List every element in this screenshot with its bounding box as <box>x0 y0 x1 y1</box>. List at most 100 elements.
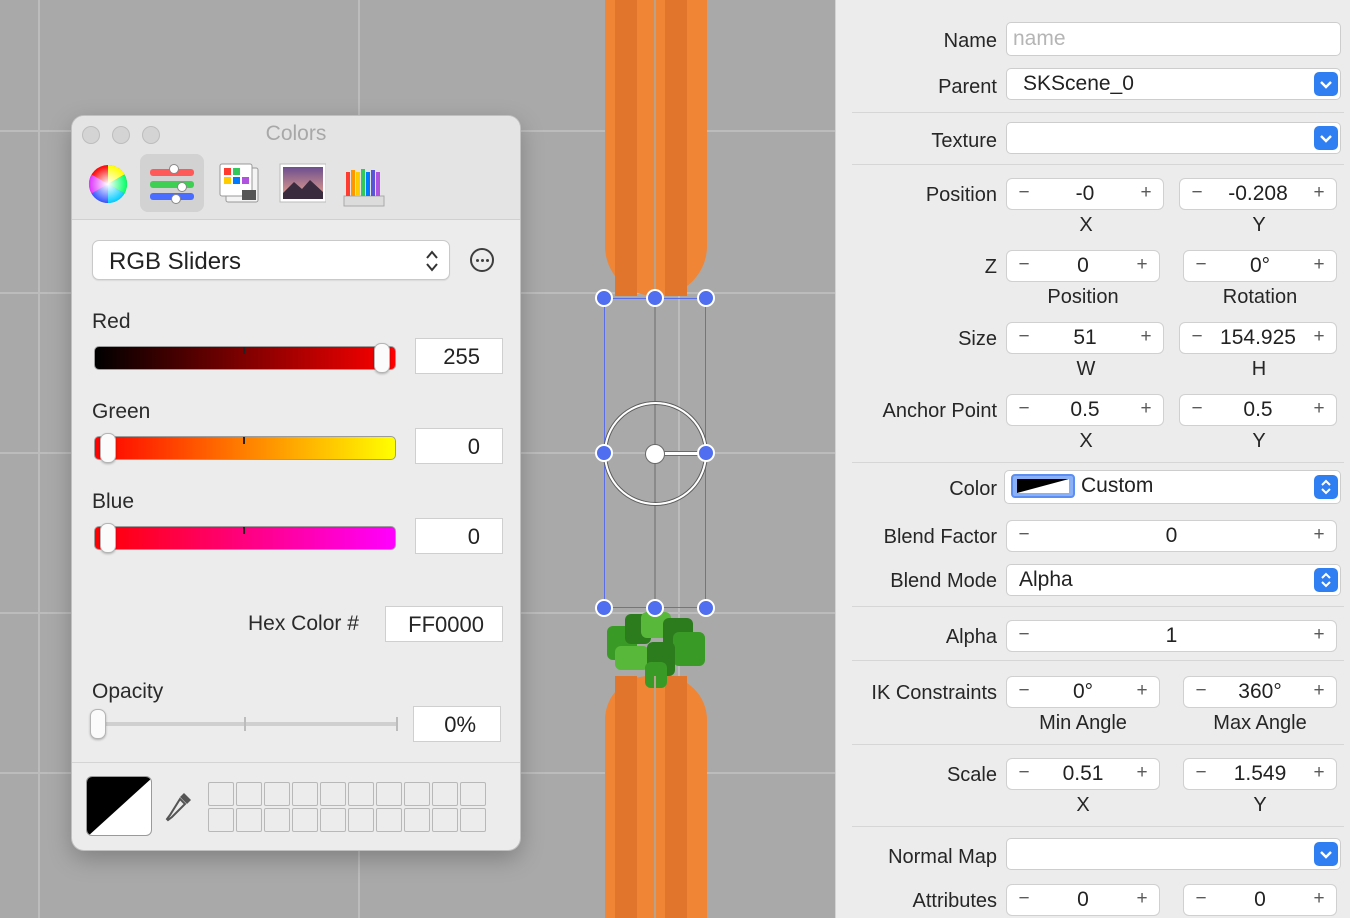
minus-icon[interactable]: − <box>1013 326 1035 348</box>
plus-icon[interactable]: + <box>1308 524 1330 546</box>
opacity-slider-knob[interactable] <box>90 709 106 739</box>
plus-icon[interactable]: + <box>1308 398 1330 420</box>
minus-icon[interactable]: − <box>1013 624 1035 646</box>
alpha-value[interactable]: 1 <box>1037 624 1306 648</box>
color-swatch-slot[interactable] <box>404 782 430 806</box>
hex-color-field[interactable]: FF0000 <box>385 606 503 642</box>
anchor-y-stepper[interactable]: − 0.5 + <box>1179 394 1337 426</box>
carrot-leaves-sprite[interactable] <box>607 612 705 688</box>
minus-icon[interactable]: − <box>1186 398 1208 420</box>
resize-handle-top[interactable] <box>646 289 664 307</box>
green-slider-knob[interactable] <box>100 433 116 463</box>
normal-map-select[interactable] <box>1006 838 1341 870</box>
color-swatch-slot[interactable] <box>460 782 486 806</box>
plus-icon[interactable]: + <box>1308 254 1330 276</box>
z-position-stepper[interactable]: − 0 + <box>1006 250 1160 282</box>
carrot-sprite-bottom[interactable] <box>605 676 707 918</box>
minus-icon[interactable]: − <box>1013 888 1035 910</box>
color-swatch-slot[interactable] <box>264 808 290 832</box>
ik-max-angle-value[interactable]: 360° <box>1214 680 1306 704</box>
eyedropper-icon[interactable] <box>164 790 194 824</box>
color-palettes-mode-button[interactable] <box>208 154 272 212</box>
minus-icon[interactable]: − <box>1190 762 1212 784</box>
size-h-value[interactable]: 154.925 <box>1210 326 1306 350</box>
color-swatch-slot[interactable] <box>236 782 262 806</box>
anchor-handle[interactable] <box>645 444 665 464</box>
scale-x-stepper[interactable]: − 0.51 + <box>1006 758 1160 790</box>
color-swatch-slot[interactable] <box>320 808 346 832</box>
rotation-handle[interactable] <box>697 444 715 462</box>
red-value-field[interactable]: 255 <box>415 338 503 374</box>
green-value-field[interactable]: 0 <box>415 428 503 464</box>
plus-icon[interactable]: + <box>1308 182 1330 204</box>
color-swatch-slot[interactable] <box>432 782 458 806</box>
color-swatch-slot[interactable] <box>320 782 346 806</box>
size-w-value[interactable]: 51 <box>1037 326 1133 350</box>
plus-icon[interactable]: + <box>1308 326 1330 348</box>
red-slider-knob[interactable] <box>374 343 390 373</box>
attribute-b-value[interactable]: 0 <box>1214 888 1306 912</box>
color-swatch-slot[interactable] <box>404 808 430 832</box>
plus-icon[interactable]: + <box>1308 888 1330 910</box>
color-swatch-slot[interactable] <box>348 808 374 832</box>
minus-icon[interactable]: − <box>1013 398 1035 420</box>
blend-mode-select[interactable]: Alpha <box>1006 564 1341 596</box>
color-select[interactable]: Custom <box>1004 470 1341 504</box>
scale-x-value[interactable]: 0.51 <box>1037 762 1129 786</box>
ik-min-angle-stepper[interactable]: − 0° + <box>1006 676 1160 708</box>
resize-handle-left[interactable] <box>595 444 613 462</box>
color-swatch-slot[interactable] <box>292 808 318 832</box>
plus-icon[interactable]: + <box>1135 182 1157 204</box>
resize-handle-top-left[interactable] <box>595 289 613 307</box>
minus-icon[interactable]: − <box>1186 182 1208 204</box>
colors-titlebar[interactable]: Colors <box>72 116 520 220</box>
color-swatch-slot[interactable] <box>432 808 458 832</box>
opacity-slider[interactable] <box>94 717 398 731</box>
scale-y-value[interactable]: 1.549 <box>1214 762 1306 786</box>
minus-icon[interactable]: − <box>1186 326 1208 348</box>
color-swatch-slot[interactable] <box>376 782 402 806</box>
ik-min-angle-value[interactable]: 0° <box>1037 680 1129 704</box>
anchor-y-value[interactable]: 0.5 <box>1210 398 1306 422</box>
blue-value-field[interactable]: 0 <box>415 518 503 554</box>
minus-icon[interactable]: − <box>1013 680 1035 702</box>
green-slider[interactable] <box>94 436 396 460</box>
anchor-x-value[interactable]: 0.5 <box>1037 398 1133 422</box>
plus-icon[interactable]: + <box>1135 326 1157 348</box>
plus-icon[interactable]: + <box>1135 398 1157 420</box>
plus-icon[interactable]: + <box>1131 762 1153 784</box>
color-mode-popup[interactable]: RGB Sliders <box>92 240 450 280</box>
image-palettes-mode-button[interactable] <box>270 154 334 212</box>
opacity-value-field[interactable]: 0% <box>413 706 501 742</box>
texture-select[interactable] <box>1006 122 1341 154</box>
alpha-stepper[interactable]: − 1 + <box>1006 620 1337 652</box>
parent-select[interactable]: SKScene_0 <box>1006 68 1341 100</box>
attribute-a-value[interactable]: 0 <box>1037 888 1129 912</box>
color-swatch-slot[interactable] <box>236 808 262 832</box>
z-rotation-stepper[interactable]: − 0° + <box>1183 250 1337 282</box>
color-wheel-mode-button[interactable] <box>76 154 140 212</box>
plus-icon[interactable]: + <box>1131 888 1153 910</box>
ik-max-angle-stepper[interactable]: − 360° + <box>1183 676 1337 708</box>
blue-slider-knob[interactable] <box>100 523 116 553</box>
minus-icon[interactable]: − <box>1013 182 1035 204</box>
position-x-stepper[interactable]: − -0 + <box>1006 178 1164 210</box>
color-sliders-mode-button[interactable] <box>140 154 204 212</box>
color-swatch-slot[interactable] <box>348 782 374 806</box>
pencils-mode-button[interactable] <box>332 154 396 212</box>
red-slider[interactable] <box>94 346 396 370</box>
current-color-well[interactable] <box>86 776 152 836</box>
plus-icon[interactable]: + <box>1308 762 1330 784</box>
resize-handle-bottom-right[interactable] <box>697 599 715 617</box>
attribute-a-stepper[interactable]: − 0 + <box>1006 884 1160 916</box>
size-w-stepper[interactable]: − 51 + <box>1006 322 1164 354</box>
position-y-value[interactable]: -0.208 <box>1210 182 1306 206</box>
anchor-x-stepper[interactable]: − 0.5 + <box>1006 394 1164 426</box>
minus-icon[interactable]: − <box>1013 762 1035 784</box>
attribute-b-stepper[interactable]: − 0 + <box>1183 884 1337 916</box>
color-swatch-slot[interactable] <box>264 782 290 806</box>
blue-slider[interactable] <box>94 526 396 550</box>
blend-factor-stepper[interactable]: − 0 + <box>1006 520 1337 552</box>
size-h-stepper[interactable]: − 154.925 + <box>1179 322 1337 354</box>
color-swatch-slot[interactable] <box>292 782 318 806</box>
